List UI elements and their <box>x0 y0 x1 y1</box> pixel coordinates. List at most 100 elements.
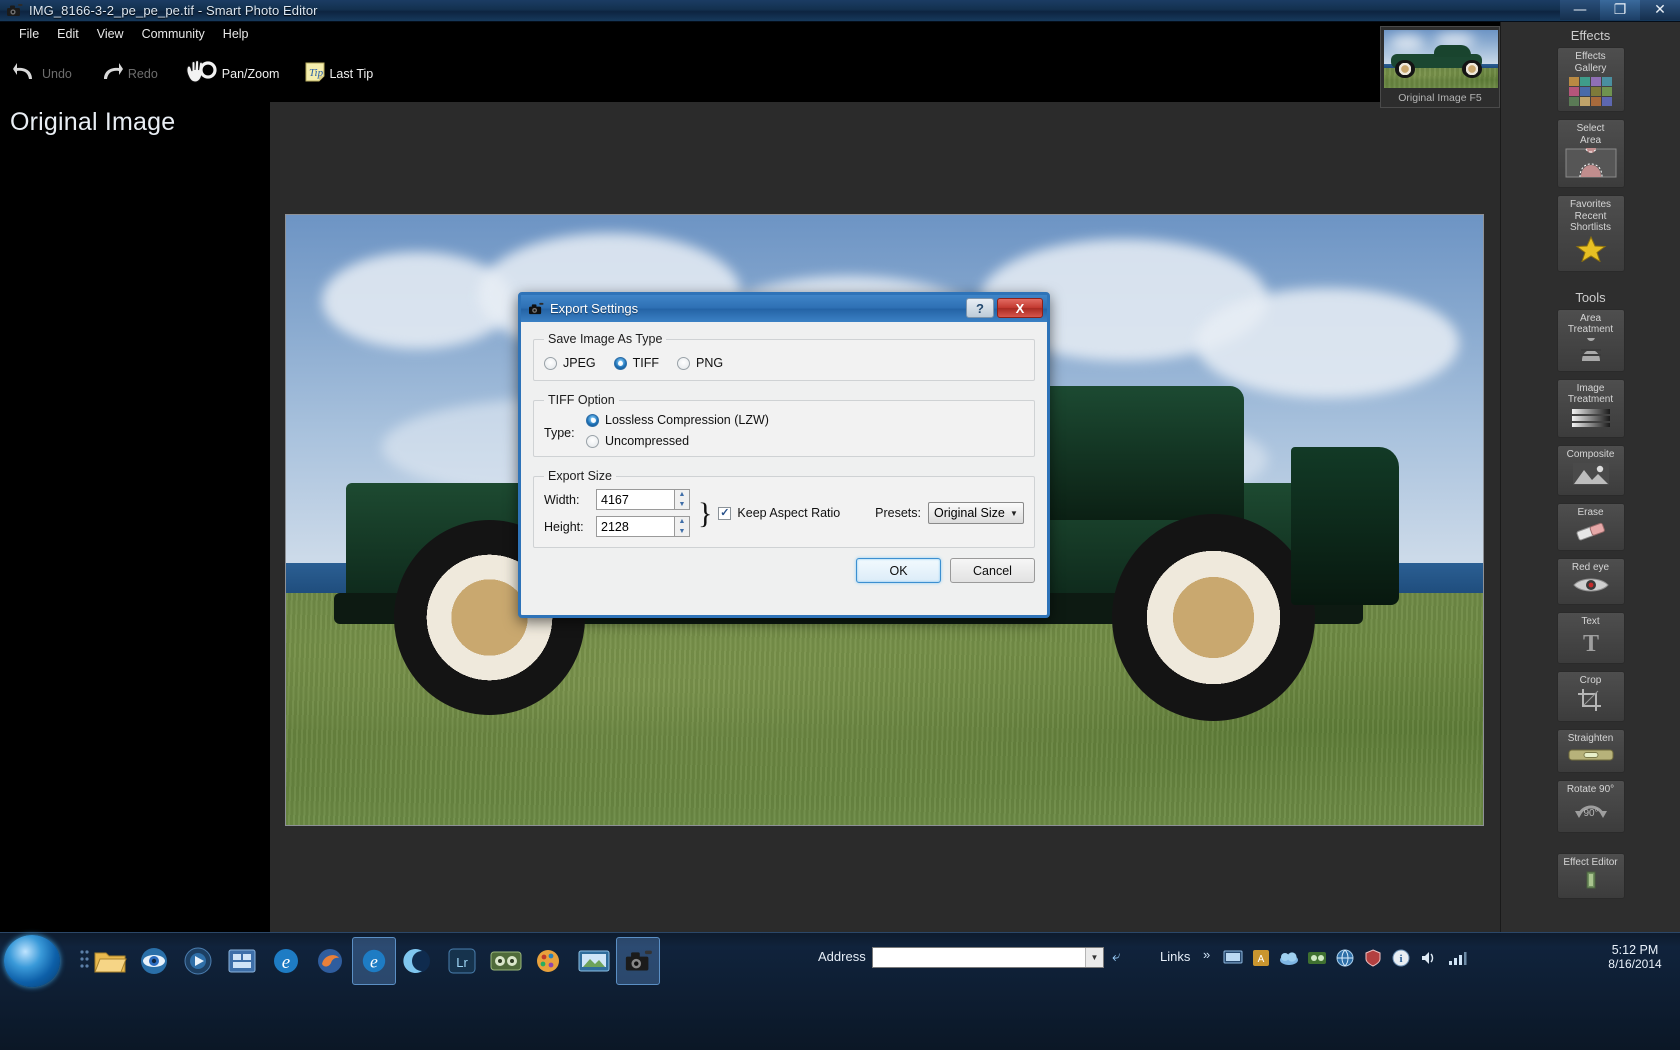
tray-icon-media[interactable] <box>1306 947 1328 969</box>
width-input[interactable]: 4167 <box>596 489 674 510</box>
undo-label: Undo <box>42 67 72 81</box>
chevron-down-icon[interactable]: ▼ <box>1085 948 1103 967</box>
person-silhouette-icon <box>1560 139 1622 183</box>
spirit-level-icon <box>1560 747 1622 768</box>
radio-uncompressed[interactable] <box>586 434 599 448</box>
person-adjust-icon <box>1560 332 1622 367</box>
menu-item-file[interactable]: File <box>10 25 48 43</box>
right-sidebar: Effects Effects Gallery Select Area Favori… <box>1500 22 1680 932</box>
width-stepper-down-icon[interactable]: ▼ <box>675 500 689 510</box>
tool-label-area-treatment: Area Treatment <box>1567 312 1614 336</box>
tool-button-red-eye[interactable]: Red eye <box>1556 557 1625 605</box>
taskbar-icon-smart-photo-editor[interactable] <box>616 937 660 985</box>
menu-item-help[interactable]: Help <box>214 25 258 43</box>
chevron-down-icon: ▼ <box>1010 508 1018 518</box>
tool-label-text: Text <box>1581 616 1600 627</box>
panel-button-favorites[interactable]: Favorites Recent Shortlists <box>1556 195 1625 272</box>
tool-button-straighten[interactable]: Straighten <box>1556 729 1625 773</box>
height-stepper-up-icon[interactable]: ▲ <box>675 517 689 527</box>
presets-value: Original Size <box>934 506 1005 520</box>
keep-aspect-ratio-checkbox[interactable]: ✓ <box>718 506 732 520</box>
menu-item-edit[interactable]: Edit <box>48 25 88 43</box>
radio-png[interactable] <box>677 356 691 370</box>
taskbar-icon-moon-app[interactable] <box>396 937 440 985</box>
save-type-radio-row: JPEG TIFF PNG <box>544 356 1024 370</box>
height-input[interactable]: 2128 <box>596 516 674 537</box>
taskbar-icon-media-player[interactable] <box>176 937 220 985</box>
tray-icon-action-center[interactable]: i <box>1390 947 1412 969</box>
tray-icon-cloud-sync[interactable] <box>1278 947 1300 969</box>
taskbar-icon-ie-active[interactable]: e <box>352 937 396 985</box>
tool-button-composite[interactable]: Composite <box>1556 444 1625 496</box>
dialog-body: Save Image As Type JPEG TIFF PNG TIFF Op… <box>521 322 1047 583</box>
start-button[interactable] <box>4 935 60 987</box>
width-stepper-up-icon[interactable]: ▲ <box>675 490 689 500</box>
links-chevron-icon[interactable]: » <box>1203 947 1210 962</box>
tool-button-text[interactable]: Text T <box>1556 612 1625 664</box>
height-stepper[interactable]: ▲ ▼ <box>674 516 690 537</box>
taskbar-icon-photo-viewer[interactable] <box>132 937 176 985</box>
minimize-button[interactable]: — <box>1560 0 1600 20</box>
size-fields: Width: 4167 ▲ ▼ Height: 2128 ▲ ▼ <box>544 489 690 537</box>
cancel-button[interactable]: Cancel <box>950 558 1035 583</box>
tool-button-crop[interactable]: Crop <box>1556 670 1625 722</box>
width-stepper[interactable]: ▲ ▼ <box>674 489 690 510</box>
radio-jpeg[interactable] <box>544 356 557 370</box>
radio-label-png: PNG <box>696 356 724 370</box>
rotate-icon: 90° <box>1560 797 1622 828</box>
panel-label-effects-gallery: Effects Gallery <box>1574 51 1607 74</box>
tray-icon-network-globe[interactable] <box>1334 947 1356 969</box>
panel-button-effect-editor[interactable]: Effect Editor <box>1556 853 1625 899</box>
tool-button-rotate-90[interactable]: Rotate 90° 90° <box>1556 779 1625 833</box>
links-label[interactable]: Links <box>1160 949 1190 964</box>
tool-button-erase[interactable]: Erase <box>1556 503 1625 551</box>
tray-icon-monitor[interactable] <box>1222 947 1244 969</box>
undo-button[interactable]: Undo <box>6 56 78 93</box>
last-tip-button[interactable]: Tip Last Tip <box>299 58 379 91</box>
radio-lossless-lzw[interactable] <box>586 413 599 427</box>
address-go-icon[interactable]: ⤶ <box>1112 948 1120 965</box>
address-input[interactable]: ▼ <box>872 947 1104 968</box>
maximize-button[interactable]: ❐ <box>1600 0 1640 20</box>
redo-button[interactable]: Redo <box>92 56 164 93</box>
height-stepper-down-icon[interactable]: ▼ <box>675 527 689 537</box>
tray-icon-shield[interactable] <box>1362 947 1384 969</box>
tool-label-crop: Crop <box>1579 674 1602 686</box>
width-label: Width: <box>544 492 580 507</box>
dialog-close-button[interactable]: X <box>997 298 1043 318</box>
tiff-type-label: Type: <box>544 426 575 440</box>
ok-button[interactable]: OK <box>856 558 941 583</box>
svg-text:e: e <box>370 952 378 972</box>
radio-tiff[interactable] <box>613 356 627 370</box>
tool-label-composite: Composite <box>1566 448 1615 460</box>
close-button[interactable]: ✕ <box>1640 0 1680 20</box>
menu-item-community[interactable]: Community <box>133 25 214 43</box>
export-size-group: Export Size Width: 4167 ▲ ▼ Height: 2128 <box>533 469 1035 548</box>
tool-label-rotate-90: Rotate 90° <box>1566 783 1615 795</box>
tools-section-title: Tools <box>1575 289 1606 305</box>
tray-icon-network-bars[interactable] <box>1446 947 1468 969</box>
radio-label-tiff: TIFF <box>632 356 660 370</box>
menu-item-view[interactable]: View <box>88 25 133 43</box>
tool-button-image-treatment[interactable]: Image Treatment <box>1556 378 1625 438</box>
tool-button-area-treatment[interactable]: Area Treatment <box>1556 308 1625 372</box>
taskbar-clock[interactable]: 5:12 PM 8/16/2014 <box>1598 943 1672 971</box>
dialog-help-button[interactable]: ? <box>966 298 994 318</box>
presets-dropdown[interactable]: Original Size ▼ <box>928 502 1024 524</box>
taskbar-icon-internet-explorer[interactable]: e <box>264 937 308 985</box>
preview-panel[interactable]: Original Image F5 <box>1380 26 1500 108</box>
taskbar-icon-film-app[interactable] <box>484 937 528 985</box>
taskbar-icon-explorer[interactable] <box>88 937 132 985</box>
tray-icon-acrobat[interactable]: A <box>1250 947 1272 969</box>
pan-zoom-button[interactable]: Pan/Zoom <box>178 55 286 94</box>
taskbar-icon-lightroom[interactable]: Lr <box>440 937 484 985</box>
preview-thumbnail[interactable] <box>1384 30 1498 88</box>
taskbar-icon-firefox[interactable] <box>308 937 352 985</box>
taskbar-icon-paint-app[interactable] <box>528 937 572 985</box>
panel-button-effects-gallery[interactable]: Effects Gallery <box>1556 47 1625 112</box>
taskbar-icon-store[interactable] <box>220 937 264 985</box>
taskbar-icon-gallery-app[interactable] <box>572 937 616 985</box>
tiff-option-uncompressed-row: Uncompressed <box>586 434 787 448</box>
tray-icon-volume[interactable] <box>1418 947 1440 969</box>
panel-button-select-area[interactable]: Select Area <box>1556 119 1625 188</box>
